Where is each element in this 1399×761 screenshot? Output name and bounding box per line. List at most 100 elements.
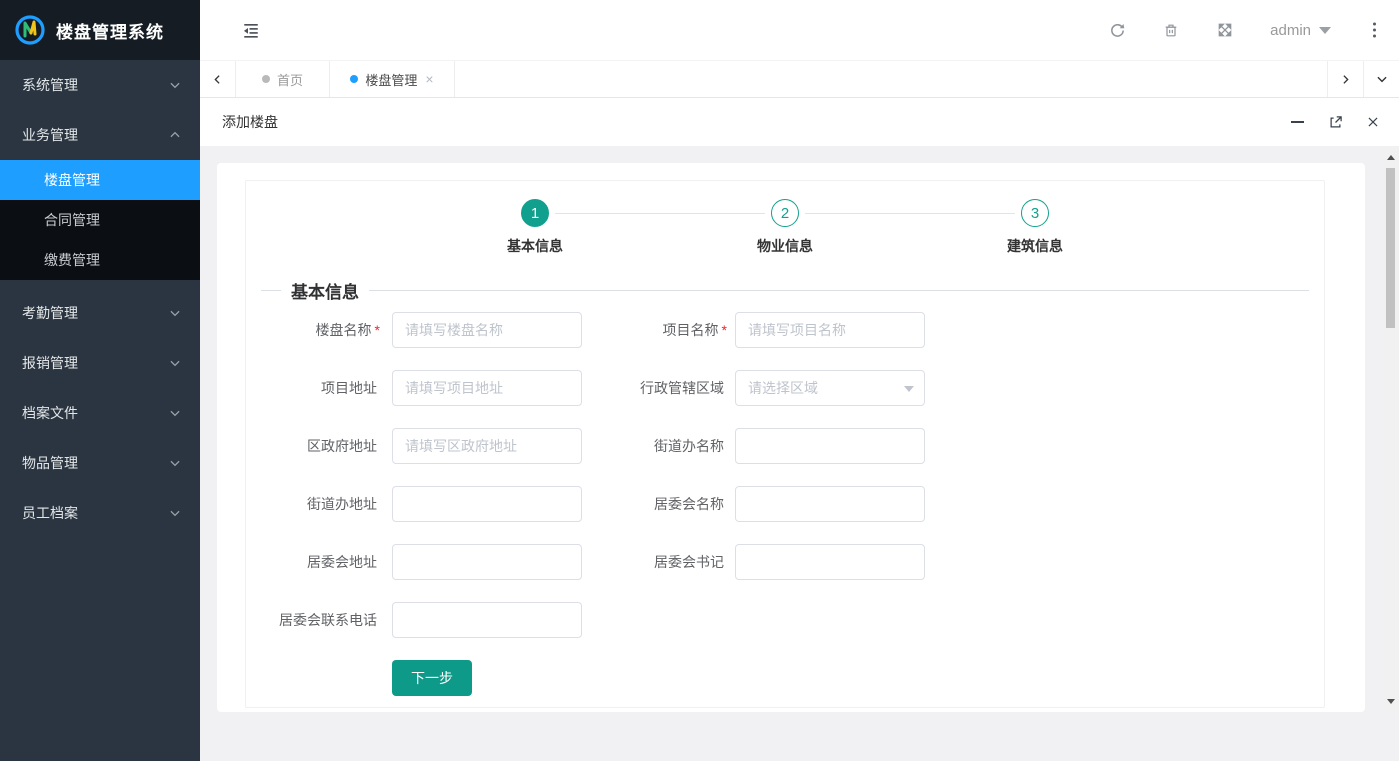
committee-phone-label: 居委会联系电话 [246, 602, 392, 638]
chevron-left-icon [211, 73, 224, 86]
maximize-icon[interactable] [1327, 114, 1343, 130]
dialog-title: 添加楼盘 [222, 112, 278, 132]
app-logo-icon [14, 14, 46, 46]
content-area: 1 基本信息 2 物业信息 3 建筑信息 基本信息 [200, 146, 1399, 761]
next-step-button[interactable]: 下一步 [392, 660, 472, 696]
step-circle: 2 [771, 199, 799, 227]
sidebar-item-business-mgmt[interactable]: 业务管理 [0, 110, 200, 160]
select-caret-icon [904, 386, 914, 392]
form-card: 1 基本信息 2 物业信息 3 建筑信息 基本信息 [245, 180, 1325, 708]
more-options-icon[interactable] [1365, 21, 1383, 39]
district-gov-address-input[interactable] [392, 428, 582, 464]
tabbar-filler [455, 61, 1327, 97]
trash-icon[interactable] [1162, 21, 1180, 39]
minimize-icon[interactable] [1289, 114, 1305, 130]
sidebar-item-goods-mgmt[interactable]: 物品管理 [0, 438, 200, 488]
committee-name-input[interactable] [735, 486, 925, 522]
fullscreen-icon[interactable] [1216, 21, 1234, 39]
street-office-name-label: 街道办名称 [582, 428, 735, 464]
step-label: 物业信息 [757, 236, 813, 256]
street-office-name-input[interactable] [735, 428, 925, 464]
basic-info-form: 楼盘名称* 项目名称* 项目地址 [246, 312, 1324, 696]
step-basic-info: 1 基本信息 [410, 199, 660, 256]
tab-home[interactable]: 首页 [236, 61, 330, 97]
step-property-info: 2 物业信息 [660, 199, 910, 256]
sidebar-item-system-mgmt[interactable]: 系统管理 [0, 60, 200, 110]
sidebar-item-employee-archive[interactable]: 员工档案 [0, 488, 200, 538]
main-area: admin 首页 楼盘管理 × [200, 0, 1399, 761]
form-row: 居委会地址 居委会书记 [246, 544, 1324, 580]
close-icon[interactable] [1365, 114, 1381, 130]
chevron-right-icon [1339, 73, 1352, 86]
chevron-down-icon [168, 356, 182, 370]
step-circle: 1 [521, 199, 549, 227]
tab-building-mgmt[interactable]: 楼盘管理 × [330, 61, 455, 97]
scroll-down-icon[interactable] [1382, 694, 1399, 708]
section-divider: 基本信息 [261, 278, 1309, 302]
chevron-down-icon [168, 406, 182, 420]
sidebar-item-attendance-mgmt[interactable]: 考勤管理 [0, 288, 200, 338]
section-title: 基本信息 [291, 278, 359, 303]
tabs-scroll-left-button[interactable] [200, 61, 236, 97]
committee-phone-input[interactable] [392, 602, 582, 638]
street-office-address-label: 街道办地址 [246, 486, 392, 522]
committee-address-label: 居委会地址 [246, 544, 392, 580]
sidebar-item-building-mgmt[interactable]: 楼盘管理 [0, 160, 200, 200]
sidebar-item-payment-mgmt[interactable]: 缴费管理 [0, 240, 200, 280]
sidebar-item-reimburse-mgmt[interactable]: 报销管理 [0, 338, 200, 388]
committee-address-input[interactable] [392, 544, 582, 580]
form-row: 居委会联系电话 [246, 602, 1324, 638]
admin-region-select[interactable]: 请选择区域 [735, 370, 925, 406]
chevron-up-icon [168, 128, 182, 142]
window-controls [1267, 114, 1381, 130]
project-address-input[interactable] [392, 370, 582, 406]
scrollbar-thumb[interactable] [1386, 168, 1395, 328]
committee-secretary-label: 居委会书记 [582, 544, 735, 580]
sidebar-group: 考勤管理 报销管理 档案文件 物品管理 员工档案 [0, 288, 200, 538]
committee-secretary-input[interactable] [735, 544, 925, 580]
refresh-icon[interactable] [1108, 21, 1126, 39]
sidebar-item-archive-files[interactable]: 档案文件 [0, 388, 200, 438]
required-asterisk: * [722, 322, 727, 338]
header-actions: admin [1072, 21, 1383, 39]
dialog-header: 添加楼盘 [200, 98, 1399, 146]
vertical-scrollbar[interactable] [1382, 146, 1399, 712]
step-label: 基本信息 [507, 236, 563, 256]
street-office-address-input[interactable] [392, 486, 582, 522]
scroll-up-icon[interactable] [1382, 150, 1399, 164]
chevron-down-icon [168, 78, 182, 92]
project-address-label: 项目地址 [246, 370, 392, 406]
committee-name-label: 居委会名称 [582, 486, 735, 522]
caret-down-icon [1319, 27, 1331, 34]
username: admin [1270, 22, 1311, 39]
sidebar-item-contract-mgmt[interactable]: 合同管理 [0, 200, 200, 240]
project-name-input[interactable] [735, 312, 925, 348]
tab-dot-icon [350, 75, 358, 83]
sidebar-submenu-business: 楼盘管理 合同管理 缴费管理 [0, 160, 200, 280]
form-row: 楼盘名称* 项目名称* [246, 312, 1324, 348]
tabs-scroll-right-button[interactable] [1327, 61, 1363, 97]
form-row: 区政府地址 街道办名称 [246, 428, 1324, 464]
step-building-info: 3 建筑信息 [910, 199, 1160, 256]
logo-bar: 楼盘管理系统 [0, 0, 200, 60]
app-title: 楼盘管理系统 [56, 18, 164, 43]
form-row: 街道办地址 居委会名称 [246, 486, 1324, 522]
collapse-sidebar-icon[interactable] [242, 21, 260, 39]
chevron-down-icon [1375, 72, 1389, 86]
chevron-down-icon [168, 306, 182, 320]
stepper: 1 基本信息 2 物业信息 3 建筑信息 [246, 199, 1324, 256]
chevron-down-icon [168, 506, 182, 520]
tabs-menu-button[interactable] [1363, 61, 1399, 97]
step-label: 建筑信息 [1007, 236, 1063, 256]
required-asterisk: * [375, 322, 380, 338]
admin-region-label: 行政管辖区域 [582, 370, 735, 406]
app-root: 楼盘管理系统 系统管理 业务管理 楼盘管理 合同管理 缴费管理 考勤管理 [0, 0, 1399, 761]
chevron-down-icon [168, 456, 182, 470]
tab-close-icon[interactable]: × [425, 72, 433, 86]
building-name-input[interactable] [392, 312, 582, 348]
user-menu[interactable]: admin [1270, 22, 1331, 39]
form-panel: 1 基本信息 2 物业信息 3 建筑信息 基本信息 [217, 163, 1365, 712]
form-row: 项目地址 行政管辖区域 请选择区域 [246, 370, 1324, 406]
district-gov-address-label: 区政府地址 [246, 428, 392, 464]
sidebar: 楼盘管理系统 系统管理 业务管理 楼盘管理 合同管理 缴费管理 考勤管理 [0, 0, 200, 761]
